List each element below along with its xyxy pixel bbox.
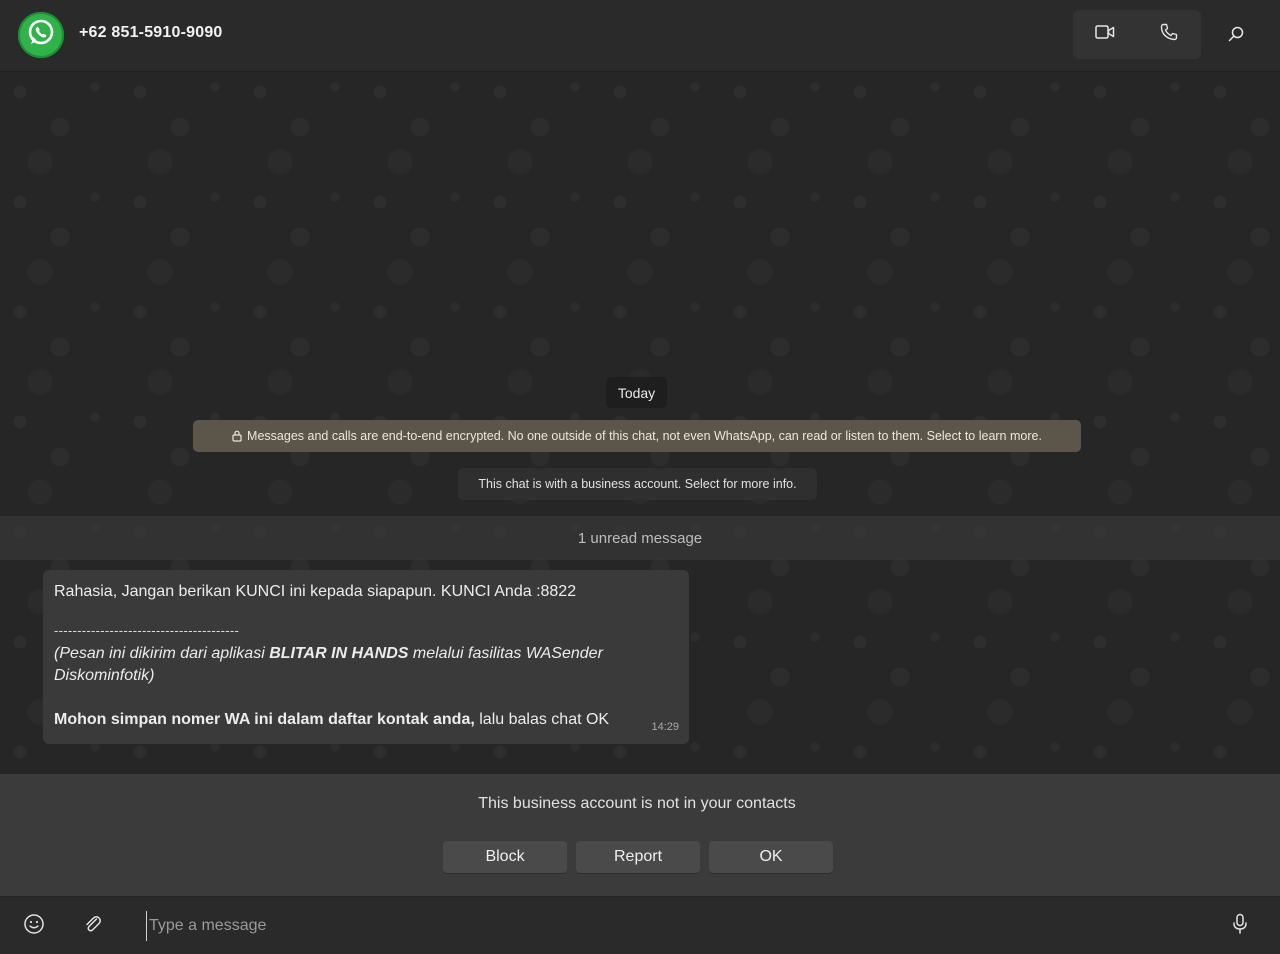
search-icon (1227, 25, 1245, 48)
unknown-contact-panel: This business account is not in your con… (0, 774, 1280, 896)
message-input[interactable] (146, 911, 1211, 941)
call-button-group (1073, 10, 1201, 59)
date-pill: Today (606, 377, 667, 408)
message-footer-note: (Pesan ini dikirim dari aplikasi BLITAR … (54, 645, 603, 684)
chat-area[interactable]: Today Messages and calls are end-to-end … (0, 72, 1280, 774)
message-bubble[interactable]: Rahasia, Jangan berikan KUNCI ini kepada… (43, 570, 689, 744)
report-button[interactable]: Report (576, 841, 700, 873)
paperclip-icon (83, 914, 103, 939)
unread-divider: 1 unread message (0, 516, 1280, 560)
chat-header: +62 851-5910-9090 (0, 0, 1280, 72)
message-separator: ---------------------------------------- (54, 623, 240, 638)
emoji-button[interactable] (17, 909, 51, 943)
contact-name[interactable]: +62 851-5910-9090 (79, 24, 223, 42)
video-call-button[interactable] (1073, 10, 1137, 59)
encryption-notice-text: Messages and calls are end-to-end encryp… (247, 429, 1042, 443)
microphone-icon (1232, 913, 1248, 940)
unread-label: 1 unread message (577, 529, 703, 547)
encryption-notice[interactable]: Messages and calls are end-to-end encryp… (193, 420, 1081, 452)
lock-icon (232, 430, 242, 442)
voice-call-button[interactable] (1137, 10, 1201, 59)
ok-button[interactable]: OK (709, 841, 833, 873)
attach-button[interactable] (76, 909, 110, 943)
message-text: Rahasia, Jangan berikan KUNCI ini kepada… (54, 583, 577, 600)
avatar[interactable] (18, 12, 64, 58)
message-composer (0, 896, 1280, 954)
block-button[interactable]: Block (443, 841, 567, 873)
search-button[interactable] (1218, 18, 1254, 54)
emoji-icon (23, 913, 45, 940)
message-closing: Mohon simpan nomer WA ini dalam daftar k… (54, 711, 610, 728)
message-time: 14:29 (651, 721, 679, 733)
phone-icon (1160, 23, 1178, 46)
voice-message-button[interactable] (1223, 909, 1257, 943)
business-account-notice[interactable]: This chat is with a business account. Se… (458, 468, 817, 500)
whatsapp-logo-icon (26, 18, 56, 53)
video-camera-icon (1095, 24, 1115, 45)
unknown-contact-text: This business account is not in your con… (478, 795, 796, 812)
